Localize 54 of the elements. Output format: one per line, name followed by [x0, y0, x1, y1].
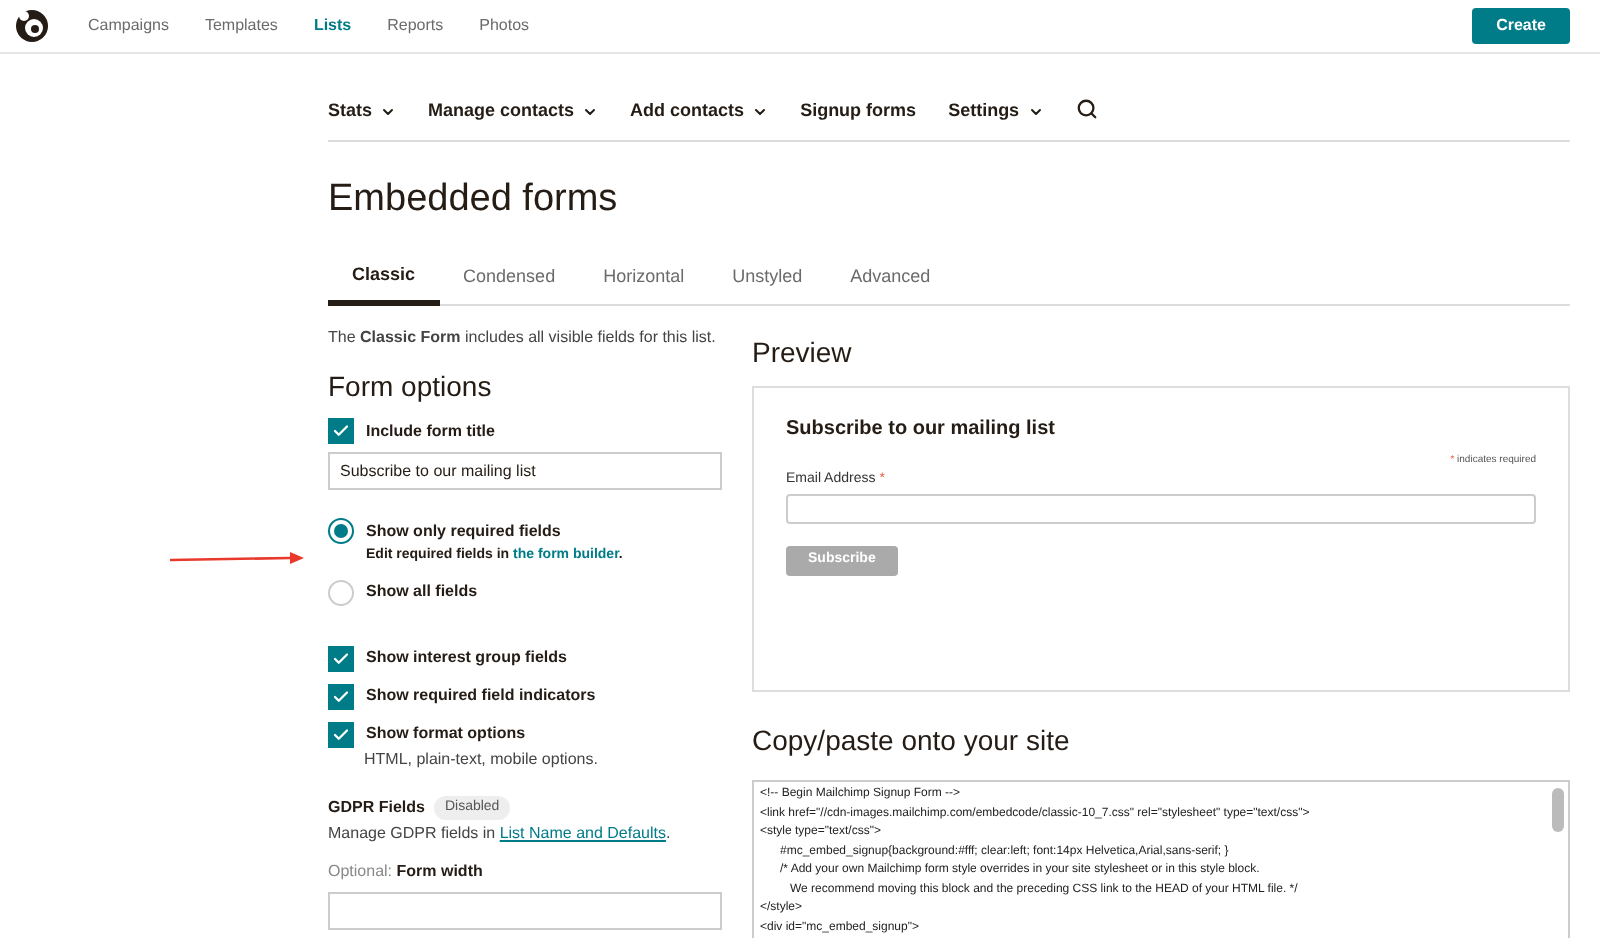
- nav-link[interactable]: Campaigns: [88, 14, 169, 38]
- tab[interactable]: Unstyled: [708, 258, 827, 306]
- page-title: Embedded forms: [328, 176, 620, 224]
- check-icon: [332, 687, 350, 705]
- nav-link[interactable]: Templates: [204, 14, 278, 38]
- chevron-down-icon: [582, 103, 599, 120]
- nav-link[interactable]: Photos: [479, 14, 530, 38]
- sub-nav-menu[interactable]: Add contacts: [630, 98, 769, 125]
- code-box[interactable]: [752, 780, 1570, 938]
- form-options-heading: Form options: [328, 368, 494, 406]
- sub-nav-menu[interactable]: Manage contacts: [428, 98, 599, 125]
- chevron-down-icon: [752, 103, 769, 120]
- checkbox-label: Show format options: [366, 722, 526, 746]
- chevron-down-icon: [380, 103, 397, 120]
- description: The Classic Form includes all visible fields for this list.: [328, 326, 718, 350]
- tab[interactable]: Classic: [328, 258, 440, 306]
- checkbox-label: Show required field indicators: [366, 684, 596, 708]
- checkbox[interactable]: [328, 683, 354, 709]
- nav-link[interactable]: Lists: [313, 14, 352, 38]
- sub-nav-menu[interactable]: Signup forms: [800, 98, 917, 125]
- form-title: Subscribe to our mailing list: [786, 416, 1057, 444]
- sub-nav-menu[interactable]: Settings: [948, 98, 1044, 125]
- annotation-arrow: [170, 550, 304, 568]
- checkbox-label: Show interest group fields: [366, 646, 567, 670]
- hint-text: HTML, plain-text, mobile options.: [364, 747, 600, 771]
- scrollbar-thumb[interactable]: [1552, 788, 1564, 832]
- checkbox[interactable]: [328, 645, 354, 671]
- list-defaults-link[interactable]: List Name and Defaults: [499, 824, 666, 842]
- tab[interactable]: Condensed: [439, 258, 580, 306]
- form-width-label: Optional: Form width: [328, 860, 485, 884]
- radio-button[interactable]: [328, 518, 354, 544]
- checkbox[interactable]: [328, 418, 354, 444]
- search-icon[interactable]: [1075, 97, 1098, 119]
- tab[interactable]: Advanced: [826, 258, 955, 306]
- gdpr-label: GDPR Fields: [328, 795, 425, 820]
- check-icon: [332, 422, 350, 440]
- create-button[interactable]: Create: [1472, 8, 1570, 44]
- sub-nav-menu[interactable]: Stats: [328, 98, 397, 125]
- checkbox-label: Include form title: [366, 419, 495, 443]
- tab[interactable]: Horizontal: [579, 258, 709, 306]
- form-width-field[interactable]: [328, 892, 722, 930]
- copy-heading: Copy/paste onto your site: [752, 722, 1072, 760]
- radio-label: Show all fields: [366, 580, 478, 604]
- gdpr-text: Manage GDPR fields in List Name and Defaults.: [328, 822, 673, 846]
- checkbox[interactable]: [328, 721, 354, 747]
- nav-link[interactable]: Reports: [387, 14, 444, 38]
- chevron-down-icon: [1027, 103, 1044, 120]
- monkey-logo-icon[interactable]: [12, 6, 52, 46]
- check-icon: [332, 649, 350, 667]
- radio-label: Show only required fields: [366, 519, 561, 543]
- check-icon: [332, 725, 350, 743]
- email-input-field[interactable]: [786, 494, 1536, 524]
- preview-heading: Preview: [752, 334, 854, 372]
- title-input-field[interactable]: Subscribe to our mailing list: [328, 452, 722, 490]
